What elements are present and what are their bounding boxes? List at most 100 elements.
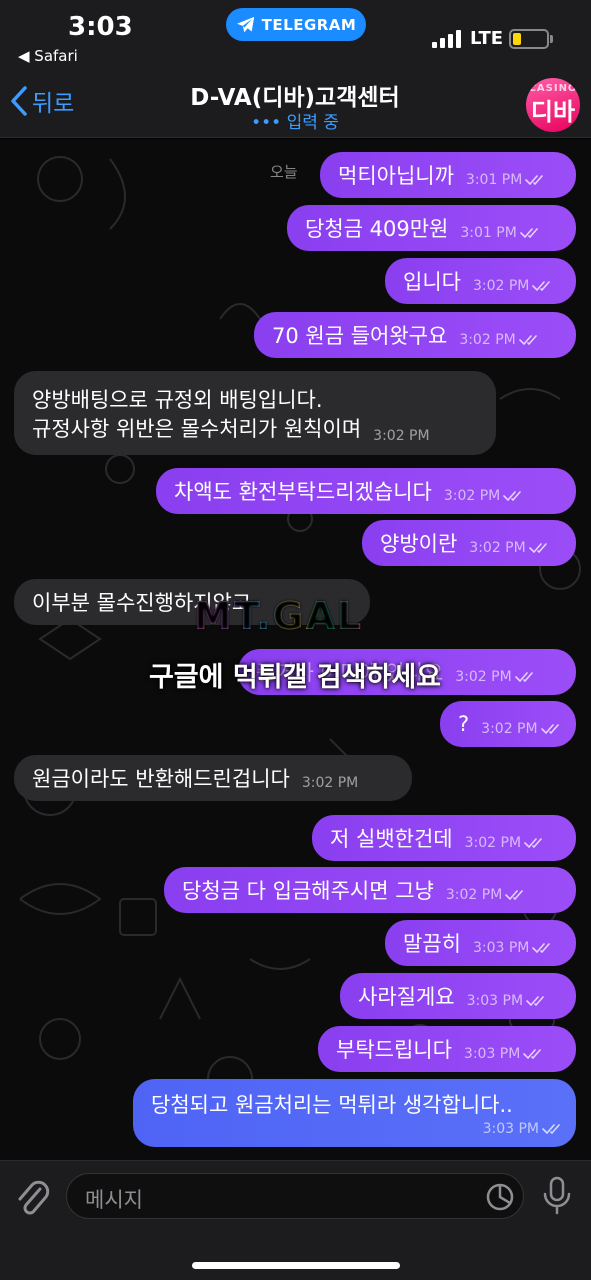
read-check-icon bbox=[532, 281, 551, 292]
message-bubble-outgoing[interactable]: 말끔히 3:03 PM bbox=[385, 920, 576, 966]
watermark-logo: MT.GAL bbox=[194, 594, 363, 638]
message-text: 당청금 다 입금해주시면 그냥 bbox=[182, 879, 434, 903]
chevron-left-icon bbox=[11, 86, 27, 116]
avatar-text: 디바 bbox=[530, 98, 576, 126]
message-text: 먹티아닙니까 bbox=[338, 164, 454, 188]
message-text: 70 원금 들어왓구요 bbox=[272, 324, 448, 348]
message-meta: 3:02 PM bbox=[459, 322, 540, 348]
read-check-icon bbox=[524, 838, 542, 849]
message-bubble-outgoing[interactable]: 사라질게요 3:03 PM bbox=[340, 973, 576, 1019]
read-check-icon bbox=[519, 228, 538, 239]
message-text: 원금이라도 반환해드린겁니다 bbox=[32, 767, 290, 791]
message-meta: 3:02 PM bbox=[446, 877, 527, 903]
read-check-icon bbox=[503, 491, 522, 502]
message-time: 3:01 PM bbox=[465, 172, 523, 188]
sticker-icon[interactable] bbox=[485, 1182, 515, 1212]
message-bubble-outgoing[interactable]: 입니다 3:02 PM bbox=[385, 258, 576, 304]
message-time: 3:02 PM bbox=[469, 540, 526, 556]
read-check-icon bbox=[525, 175, 544, 186]
read-check-icon bbox=[542, 1124, 560, 1135]
message-composer: 메시지 bbox=[0, 1160, 591, 1280]
battery-cap bbox=[550, 35, 553, 43]
read-check-icon bbox=[523, 1049, 542, 1060]
message-meta: 3:02 PM bbox=[469, 530, 550, 556]
home-indicator bbox=[192, 1262, 400, 1269]
message-meta: 3:02 PM bbox=[473, 268, 554, 294]
read-check-icon bbox=[540, 724, 559, 735]
message-bubble-outgoing[interactable]: 당청금 409만원 3:01 PM bbox=[287, 205, 576, 251]
message-time: 3:03 PM bbox=[466, 993, 524, 1009]
message-meta: 3:03 PM bbox=[483, 1121, 564, 1137]
message-meta: 3:03 PM bbox=[467, 983, 548, 1009]
message-time: 3:02 PM bbox=[472, 278, 530, 294]
message-text: 저 실뱃한건데 bbox=[330, 827, 453, 851]
message-time: 3:02 PM bbox=[373, 428, 430, 444]
message-text: 양방이란 bbox=[380, 532, 458, 556]
status-time: 3:03 bbox=[68, 12, 133, 42]
message-bubble-outgoing[interactable]: 양방이란 3:02 PM bbox=[362, 520, 576, 566]
message-bubble-outgoing[interactable]: 70 원금 들어왓구요 3:02 PM bbox=[254, 312, 576, 358]
message-text: 입니다 bbox=[403, 270, 461, 294]
message-text: ? bbox=[458, 712, 470, 736]
message-input-placeholder: 메시지 bbox=[85, 1188, 143, 1212]
message-meta: 3:02 PM bbox=[444, 478, 525, 504]
message-time: 3:02 PM bbox=[301, 775, 359, 791]
telegram-pill[interactable]: TELEGRAM bbox=[226, 8, 366, 41]
read-check-icon bbox=[514, 672, 533, 683]
message-time: 3:01 PM bbox=[460, 225, 517, 241]
message-meta: 3:02 PM bbox=[481, 711, 562, 737]
message-bubble-outgoing[interactable]: 부탁드립니다 3:03 PM bbox=[318, 1026, 576, 1072]
message-text: 당첨되고 원금처리는 먹튀라 생각합니다.. bbox=[151, 1093, 513, 1117]
message-text: 차액도 환전부탁드리겠습니다 bbox=[174, 480, 432, 504]
message-text-row: 규정사항 위반은 몰수처리가 원칙이며 3:02 PM bbox=[32, 415, 430, 444]
message-text: 당청금 409만원 bbox=[305, 217, 449, 241]
battery-icon bbox=[509, 29, 549, 49]
message-bubble-incoming[interactable]: 원금이라도 반환해드린겁니다 3:02 PM bbox=[14, 755, 412, 801]
back-to-safari-link[interactable]: ◀ Safari bbox=[18, 47, 78, 65]
message-list[interactable]: 오늘 먹티아닙니까 3:01 PM 당청금 409만원 3:01 PM 입니다 … bbox=[0, 139, 591, 1160]
read-check-icon bbox=[528, 543, 547, 554]
message-bubble-incoming[interactable]: 양방배팅으로 규정외 배팅입니다. 규정사항 위반은 몰수처리가 원칙이며 3:… bbox=[14, 371, 496, 455]
watermark-caption: 구글에 먹튀갤 검색하세요 bbox=[148, 662, 442, 693]
message-meta: 3:02 PM bbox=[373, 418, 429, 444]
chat-title[interactable]: D-VA(디바)고객센터 bbox=[140, 78, 450, 112]
back-label: 뒤로 bbox=[32, 91, 75, 117]
message-bubble-outgoing[interactable]: 저 실뱃한건데 3:02 PM bbox=[312, 815, 576, 861]
date-separator: 오늘 bbox=[270, 163, 298, 181]
watermark-logo-text: MT.GAL bbox=[194, 594, 364, 638]
message-time: 3:02 PM bbox=[481, 721, 538, 737]
signal-icon bbox=[432, 30, 461, 48]
status-bar: 3:03 ◀ Safari TELEGRAM LTE bbox=[0, 0, 591, 70]
message-meta: 3:03 PM bbox=[473, 930, 554, 956]
network-type: LTE bbox=[470, 28, 504, 49]
message-meta: 3:02 PM bbox=[302, 765, 358, 791]
back-button[interactable]: 뒤로 bbox=[10, 84, 74, 118]
message-time: 3:02 PM bbox=[459, 332, 516, 348]
message-time: 3:03 PM bbox=[472, 940, 530, 956]
read-check-icon bbox=[505, 890, 524, 901]
avatar[interactable]: CASINO 디바 bbox=[526, 78, 580, 132]
message-meta: 3:02 PM bbox=[465, 825, 546, 851]
message-text-line: 양방배팅으로 규정외 배팅입니다. bbox=[32, 388, 323, 412]
message-time: 3:03 PM bbox=[463, 1046, 521, 1062]
message-text-line: 규정사항 위반은 몰수처리가 원칙이며 bbox=[32, 417, 362, 441]
microphone-icon[interactable] bbox=[542, 1176, 572, 1216]
message-text: 말끔히 bbox=[403, 932, 461, 956]
message-time: 3:02 PM bbox=[445, 887, 503, 903]
telegram-icon bbox=[236, 16, 254, 32]
message-bubble-outgoing[interactable]: ? 3:02 PM bbox=[440, 701, 576, 747]
read-check-icon bbox=[532, 943, 551, 954]
message-input[interactable]: 메시지 bbox=[66, 1173, 524, 1219]
read-check-icon bbox=[526, 996, 544, 1007]
message-bubble-outgoing[interactable]: 당첨되고 원금처리는 먹튀라 생각합니다.. 3:03 PM bbox=[133, 1079, 576, 1147]
message-bubble-outgoing[interactable]: 차액도 환전부탁드리겠습니다 3:02 PM bbox=[156, 468, 576, 514]
message-text: 부탁드립니다 bbox=[336, 1038, 452, 1062]
message-bubble-outgoing[interactable]: 먹티아닙니까 3:01 PM bbox=[320, 152, 576, 198]
message-bubble-outgoing[interactable]: 당청금 다 입금해주시면 그냥 3:02 PM bbox=[164, 867, 576, 913]
message-meta: 3:01 PM bbox=[460, 215, 541, 241]
paperclip-icon[interactable] bbox=[14, 1177, 50, 1217]
message-time: 3:03 PM bbox=[482, 1121, 539, 1137]
message-time: 3:02 PM bbox=[443, 488, 501, 504]
message-time: 3:02 PM bbox=[464, 835, 522, 851]
telegram-pill-label: TELEGRAM bbox=[261, 15, 357, 34]
